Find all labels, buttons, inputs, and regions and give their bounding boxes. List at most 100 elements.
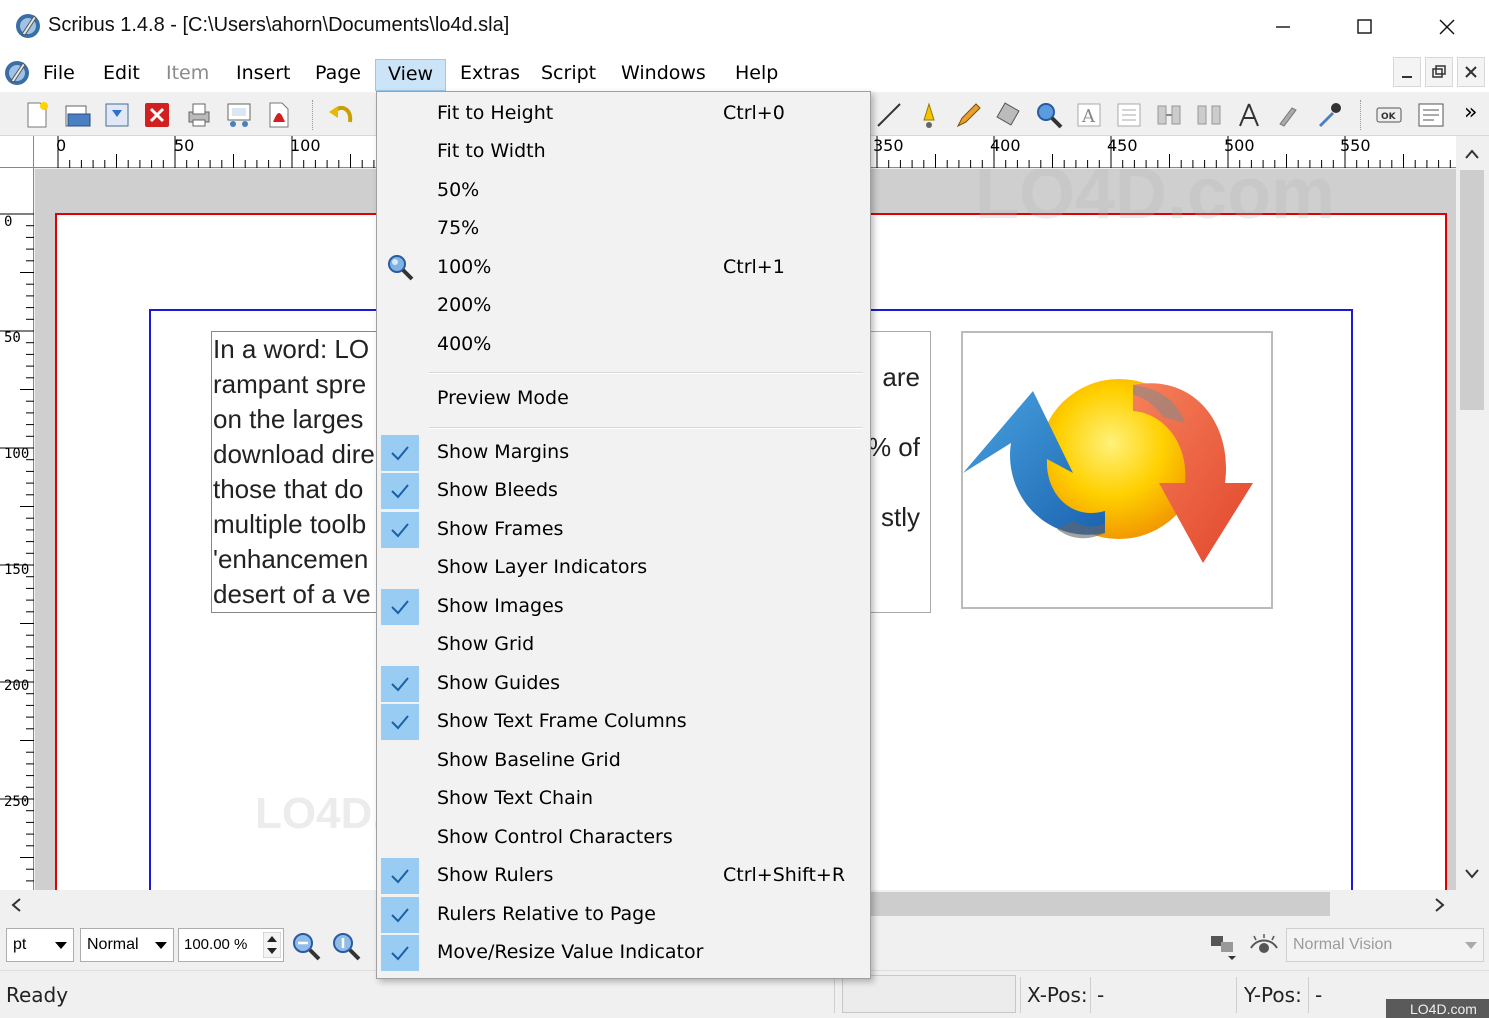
maximize-icon[interactable] (1350, 12, 1380, 42)
menu-view[interactable]: View (375, 59, 446, 91)
view-menu-item-show-baseline-grid[interactable]: Show Baseline Grid (379, 743, 868, 779)
menu-insert[interactable]: Insert (224, 59, 303, 91)
hruler-label: 450 (1107, 136, 1138, 155)
hruler-label: 100 (290, 136, 321, 155)
menu-file[interactable]: File (31, 59, 87, 91)
save-document-icon[interactable] (102, 100, 132, 130)
pdf-push-button-icon[interactable]: OK (1374, 100, 1404, 130)
checkmark-icon (391, 946, 409, 961)
menu-item-label: Fit to Height (437, 102, 554, 124)
preflight-verifier-icon[interactable] (224, 100, 254, 130)
scroll-down-icon[interactable] (1464, 868, 1480, 880)
view-menu-item-show-margins[interactable]: Show Margins (379, 435, 868, 471)
zoom-spinner-icon[interactable] (263, 932, 281, 958)
close-document-icon[interactable] (142, 100, 172, 130)
zoom-input[interactable]: 100.00 % (178, 928, 284, 962)
open-document-icon[interactable] (62, 100, 92, 130)
view-menu-item-zoom-75[interactable]: 75% (379, 211, 868, 247)
link-frames-icon[interactable] (1154, 100, 1184, 130)
unit-select[interactable]: pt (6, 928, 74, 962)
view-menu-item-zoom-200[interactable]: 200% (379, 288, 868, 324)
status-message: Ready (6, 983, 69, 1007)
status-progress-field (842, 975, 1016, 1013)
view-menu-item-show-layer-indicators[interactable]: Show Layer Indicators (379, 550, 868, 586)
menu-page[interactable]: Page (303, 59, 373, 91)
status-separator (1090, 977, 1091, 1013)
document-system-menu-icon[interactable] (3, 59, 31, 87)
xpos-label: X-Pos: (1027, 983, 1088, 1007)
view-menu-item-show-bleeds[interactable]: Show Bleeds (379, 473, 868, 509)
rotate-item-icon[interactable] (994, 100, 1024, 130)
freehand-tool-icon[interactable] (954, 100, 984, 130)
zoom-value: 100.00 % (184, 936, 248, 953)
unlink-frames-icon[interactable] (1194, 100, 1224, 130)
menu-extras[interactable]: Extras (448, 59, 532, 91)
new-document-icon[interactable] (22, 100, 52, 130)
pdf-text-field-icon[interactable] (1416, 100, 1446, 130)
doc-close-icon[interactable] (1457, 57, 1485, 87)
view-menu-item-show-guides[interactable]: Show Guides (379, 666, 868, 702)
view-menu-item-show-images[interactable]: Show Images (379, 589, 868, 625)
view-menu-item-show-grid[interactable]: Show Grid (379, 627, 868, 663)
measurements-icon[interactable] (1234, 100, 1264, 130)
menu-help[interactable]: Help (723, 59, 790, 91)
vertical-scrollbar[interactable] (1456, 136, 1489, 890)
toggle-color-management-icon[interactable] (1208, 930, 1240, 962)
checkmark-icon (391, 908, 409, 923)
view-menu-item-move-resize-value-indicator[interactable]: Move/Resize Value Indicator (379, 935, 868, 971)
menu-script[interactable]: Script (529, 59, 608, 91)
checked-indicator (381, 935, 419, 971)
bezier-tool-icon[interactable] (914, 100, 944, 130)
menu-windows[interactable]: Windows (609, 59, 718, 91)
scroll-right-icon[interactable] (1434, 897, 1446, 913)
menu-item[interactable]: Item (154, 59, 221, 91)
copy-properties-icon[interactable] (1274, 100, 1304, 130)
scroll-left-icon[interactable] (10, 897, 22, 913)
view-menu-item-preview-mode[interactable]: Preview Mode (379, 381, 868, 417)
view-menu-item-zoom-100[interactable]: 100% Ctrl+1 (379, 250, 868, 286)
zoom-tool-icon[interactable] (1034, 100, 1064, 130)
scroll-up-icon[interactable] (1464, 148, 1480, 160)
minimize-icon[interactable] (1268, 12, 1298, 42)
menu-separator (429, 372, 863, 374)
preview-mode-select[interactable]: Normal (80, 928, 174, 962)
undo-icon[interactable] (326, 100, 356, 130)
print-icon[interactable] (184, 100, 214, 130)
view-menu-item-zoom-50[interactable]: 50% (379, 173, 868, 209)
view-menu-item-show-text-chain[interactable]: Show Text Chain (379, 781, 868, 817)
vertical-scroll-thumb[interactable] (1460, 170, 1484, 410)
edit-text-icon[interactable]: A (1074, 100, 1104, 130)
zoom-out-icon[interactable] (290, 930, 322, 962)
visual-appearance-select[interactable]: Normal Vision (1286, 928, 1484, 962)
export-pdf-icon[interactable] (264, 100, 294, 130)
toolbar-overflow-button[interactable]: » (1464, 100, 1477, 125)
vertical-ruler[interactable]: 0 50 100 150 200 250 (0, 168, 34, 890)
close-icon[interactable] (1432, 12, 1462, 42)
menu-item-label: Show Guides (437, 672, 560, 694)
view-menu-item-zoom-400[interactable]: 400% (379, 327, 868, 363)
image-frame[interactable] (961, 331, 1273, 609)
view-menu-item-fit-to-height[interactable]: Fit to Height Ctrl+0 (379, 96, 868, 132)
eye-dropper-icon[interactable] (1314, 100, 1344, 130)
vruler-label: 250 (4, 794, 30, 810)
vruler-label: 50 (4, 330, 21, 346)
horizontal-scroll-thumb[interactable] (850, 892, 1330, 916)
doc-minimize-icon[interactable] (1393, 57, 1421, 87)
zoom-100-icon[interactable] (330, 930, 362, 962)
view-menu-item-show-control-characters[interactable]: Show Control Characters (379, 820, 868, 856)
vertical-ruler-ticks (0, 213, 34, 882)
view-menu-item-rulers-relative-to-page[interactable]: Rulers Relative to Page (379, 897, 868, 933)
menu-item-label: Show Baseline Grid (437, 749, 621, 771)
menu-edit[interactable]: Edit (91, 59, 152, 91)
ruler-origin-corner[interactable] (0, 136, 34, 168)
menu-item-label: 200% (437, 294, 492, 316)
line-tool-icon[interactable] (874, 100, 904, 130)
story-editor-icon[interactable] (1114, 100, 1144, 130)
view-menu-item-fit-to-width[interactable]: Fit to Width (379, 134, 868, 170)
preview-eye-icon[interactable] (1248, 930, 1280, 962)
view-menu-item-show-frames[interactable]: Show Frames (379, 512, 868, 548)
vruler-label: 200 (4, 678, 30, 694)
view-menu-item-show-text-frame-columns[interactable]: Show Text Frame Columns (379, 704, 868, 740)
doc-restore-icon[interactable] (1425, 57, 1453, 87)
view-menu-item-show-rulers[interactable]: Show Rulers Ctrl+Shift+R (379, 858, 868, 894)
